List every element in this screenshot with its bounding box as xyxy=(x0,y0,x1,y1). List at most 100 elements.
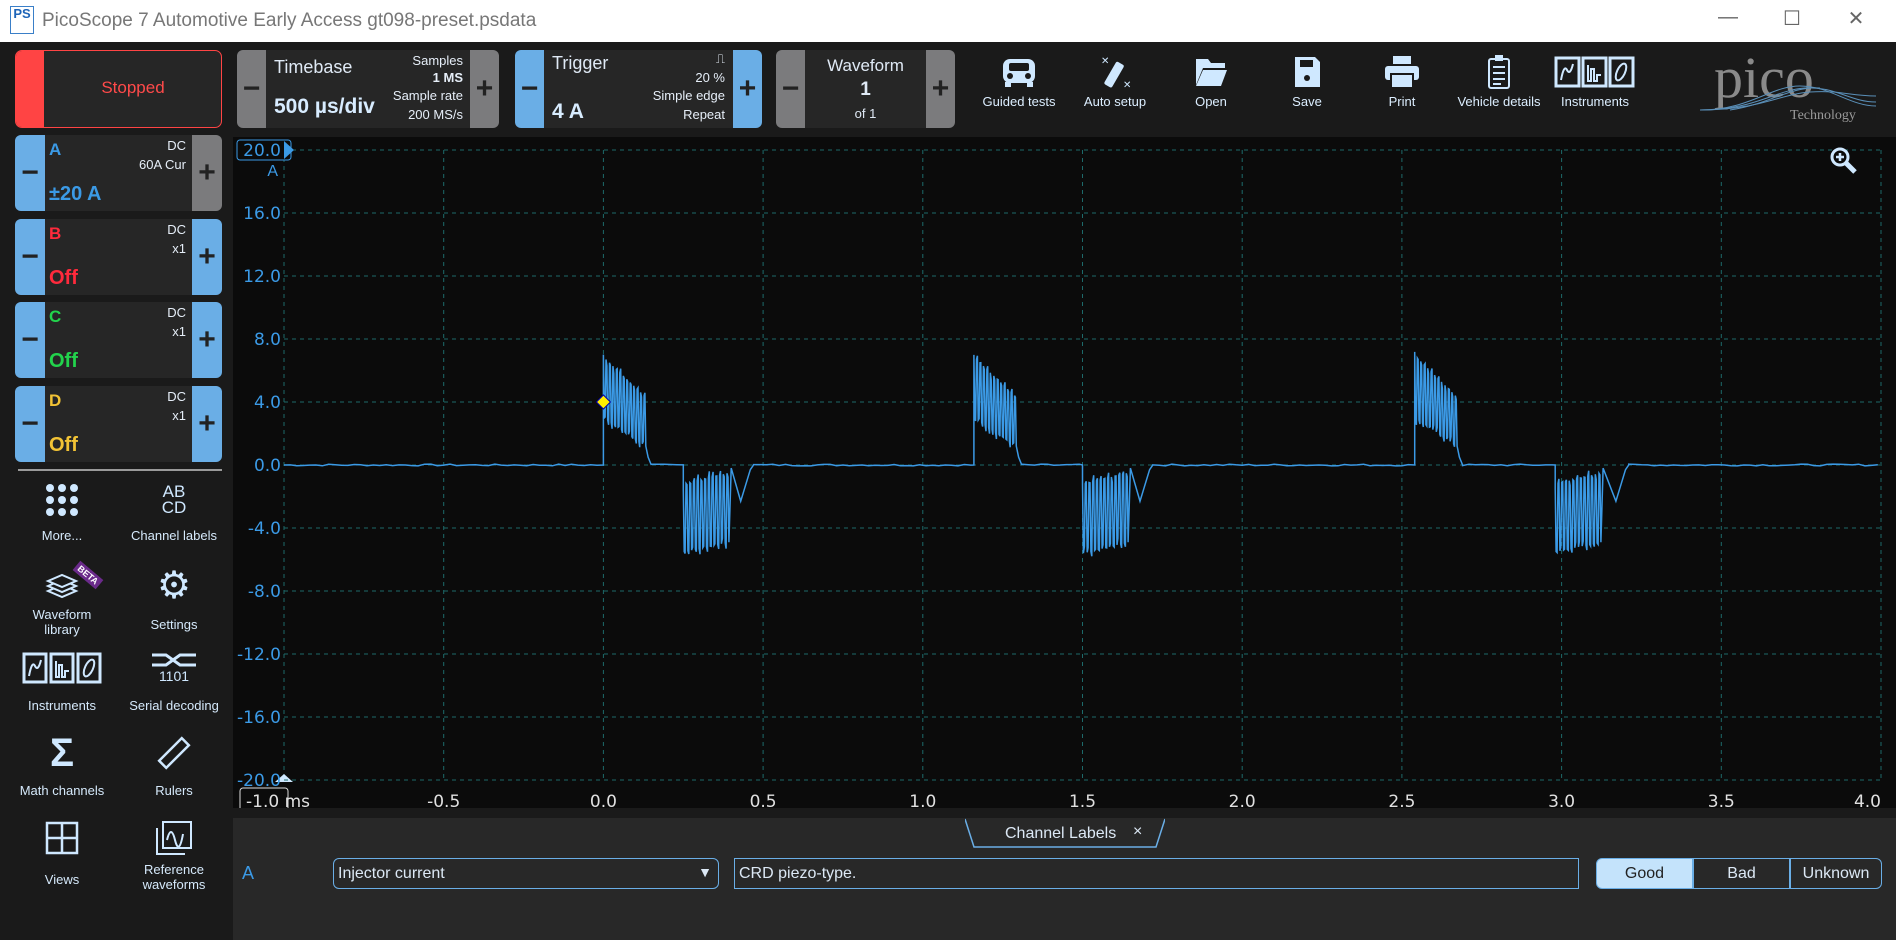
open-button[interactable]: Open xyxy=(1163,50,1259,109)
y-tick-label: -8.0 xyxy=(248,582,281,602)
instruments-icon xyxy=(7,648,117,688)
channel-range-increase-button[interactable]: + xyxy=(192,302,222,378)
samples-label: Samples xyxy=(412,53,463,68)
close-button[interactable]: ✕ xyxy=(1836,6,1876,36)
timebase-decrease-button[interactable]: − xyxy=(237,50,266,128)
channel-range-decrease-button[interactable]: − xyxy=(15,302,45,378)
y-tick-label: 0.0 xyxy=(254,456,281,476)
timebase-title: Timebase xyxy=(274,57,353,77)
channel-range[interactable]: Off xyxy=(49,350,78,373)
channel-range-increase-button[interactable]: + xyxy=(192,135,222,211)
instruments-sidebar-button[interactable]: Instruments xyxy=(7,648,117,713)
guided-tests-label: Guided tests xyxy=(982,94,1056,109)
channel-range[interactable]: Off xyxy=(49,434,78,457)
printer-icon xyxy=(1354,50,1450,94)
pico-technology-logo: pico Technology xyxy=(1700,44,1876,132)
channel-probe[interactable]: x1 xyxy=(172,241,186,256)
save-label: Save xyxy=(1292,94,1322,109)
serial-decoding-button[interactable]: 1101 Serial decoding xyxy=(119,648,229,713)
waveform-library-button[interactable]: BETA Waveform library xyxy=(7,560,117,637)
trigger-decrease-button[interactable]: − xyxy=(515,50,544,128)
views-button[interactable]: Views xyxy=(7,818,117,887)
channel-letter: A xyxy=(242,863,255,883)
channel-a-trace xyxy=(283,351,1878,557)
zoom-in-icon[interactable] xyxy=(1829,146,1859,181)
rating-bad-button[interactable]: Bad xyxy=(1693,858,1790,889)
rulers-label: Rulers xyxy=(155,783,193,798)
channel-range[interactable]: ±20 A xyxy=(49,183,101,206)
channel-probe[interactable]: x1 xyxy=(172,324,186,339)
reference-waveforms-button[interactable]: Reference waveforms xyxy=(119,818,229,892)
x-tick-label: 1.0 xyxy=(909,792,936,808)
scope-view[interactable]: -1.0 ms -0.5 0.0 0.5 1.0 1.5 2.0 2.5 3.0 3.5 4.0 16… xyxy=(233,137,1896,813)
math-channels-button[interactable]: Σ Math channels xyxy=(7,731,117,799)
trigger-control: − + Trigger 4 A ⎍ 20 % Simple edge Repea… xyxy=(515,50,762,128)
instruments-label: Instruments xyxy=(1561,94,1629,109)
label-select[interactable]: Injector current ▼ xyxy=(333,858,719,889)
timebase-increase-button[interactable]: + xyxy=(470,50,499,128)
y-tick-label: 12.0 xyxy=(243,267,281,287)
timebase-value[interactable]: 500 µs/div xyxy=(274,95,375,119)
guided-tests-button[interactable]: Guided tests xyxy=(971,50,1067,109)
channel-d-panel: − + D DC x1 Off xyxy=(15,386,222,462)
rulers-button[interactable]: Rulers xyxy=(119,733,229,798)
maximize-button[interactable]: ☐ xyxy=(1772,6,1812,36)
vehicle-details-button[interactable]: Vehicle details xyxy=(1451,50,1547,109)
close-tab-icon[interactable]: × xyxy=(1133,823,1142,841)
more-button[interactable]: More... xyxy=(7,480,117,543)
rating-unknown-button[interactable]: Unknown xyxy=(1790,858,1882,889)
pretrigger-value: 20 % xyxy=(695,70,725,85)
channel-probe[interactable]: 60A Cur xyxy=(139,157,186,172)
channel-coupling[interactable]: DC xyxy=(167,389,186,404)
x-tick-label: -1.0 ms xyxy=(246,792,310,808)
clipboard-icon xyxy=(1451,50,1547,94)
samples-value[interactable]: 1 MS xyxy=(433,70,463,85)
channel-b-panel: − + B DC x1 Off xyxy=(15,219,222,295)
auto-setup-button[interactable]: ✕ ✕ Auto setup xyxy=(1067,50,1163,109)
y-tick-label: -20.0 xyxy=(237,771,281,791)
dots-grid-icon xyxy=(7,480,117,520)
run-status-label: Stopped xyxy=(101,78,165,97)
channel-range-decrease-button[interactable]: − xyxy=(15,135,45,211)
channel-range[interactable]: Off xyxy=(49,267,78,290)
trigger-level[interactable]: 4 A xyxy=(552,100,584,124)
trigger-increase-button[interactable]: + xyxy=(733,50,762,128)
y-axis-unit: A xyxy=(267,163,278,180)
waveform-title: Waveform xyxy=(827,56,904,75)
channel-coupling[interactable]: DC xyxy=(167,222,186,237)
x-tick-label: 1.5 xyxy=(1069,792,1096,808)
channel-name: A xyxy=(49,140,62,159)
next-waveform-button[interactable]: + xyxy=(926,50,955,128)
run-stop-button[interactable]: Stopped xyxy=(15,50,222,128)
trigger-mode: Repeat xyxy=(683,107,725,122)
rating-good-button[interactable]: Good xyxy=(1596,858,1693,889)
serial-bits-glyph: 1101 xyxy=(158,668,190,684)
channel-coupling[interactable]: DC xyxy=(167,305,186,320)
channel-range-decrease-button[interactable]: − xyxy=(15,386,45,462)
settings-button[interactable]: ⚙ Settings xyxy=(119,565,229,633)
save-button[interactable]: Save xyxy=(1259,50,1355,109)
y-tick-label: 20.0 xyxy=(243,141,281,161)
print-button[interactable]: Print xyxy=(1354,50,1450,109)
channel-range-increase-button[interactable]: + xyxy=(192,386,222,462)
channel-probe[interactable]: x1 xyxy=(172,408,186,423)
channel-labels-tab[interactable]: Channel Labels × xyxy=(965,818,1165,848)
channel-labels-button[interactable]: AB CD Channel labels xyxy=(119,480,229,543)
svg-text:✕: ✕ xyxy=(1101,56,1109,67)
channel-range-decrease-button[interactable]: − xyxy=(15,219,45,295)
channel-coupling[interactable]: DC xyxy=(167,138,186,153)
y-tick-label: 8.0 xyxy=(254,330,281,350)
instruments-button[interactable]: Instruments xyxy=(1547,50,1643,109)
instruments-sidebar-label: Instruments xyxy=(28,698,96,713)
trigger-title: Trigger xyxy=(552,53,609,73)
sample-rate-label: Sample rate xyxy=(392,88,463,103)
x-tick-label: -0.5 xyxy=(427,792,460,808)
reference-waveforms-label: Reference waveforms xyxy=(142,862,206,892)
views-grid-icon xyxy=(7,818,117,858)
x-tick-label: 3.5 xyxy=(1708,792,1735,808)
previous-waveform-button[interactable]: − xyxy=(776,50,805,128)
note-input[interactable]: CRD piezo-type. xyxy=(734,858,1579,889)
sample-rate-value: 200 MS/s xyxy=(408,107,463,122)
channel-range-increase-button[interactable]: + xyxy=(192,219,222,295)
minimize-button[interactable]: — xyxy=(1708,6,1748,36)
